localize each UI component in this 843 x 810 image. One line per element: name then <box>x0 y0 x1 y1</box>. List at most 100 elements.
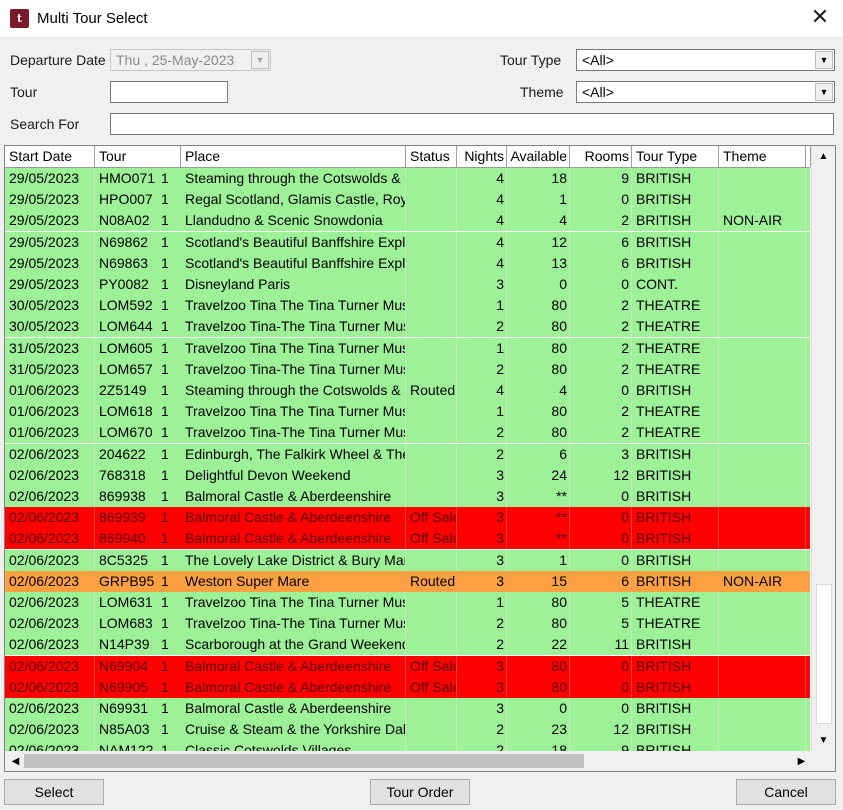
scroll-up-icon[interactable]: ▲ <box>815 148 832 165</box>
theme-select[interactable]: <All> ▼ <box>576 81 835 103</box>
chevron-down-icon[interactable]: ▼ <box>815 51 833 69</box>
scroll-down-icon[interactable]: ▼ <box>815 732 832 749</box>
table-row[interactable]: 02/06/2023 N69931 1 Balmoral Castle & Aberd… <box>5 698 810 719</box>
table-row[interactable]: 30/05/2023 LOM592 1 Travelzoo Tina The Tina… <box>5 295 810 317</box>
cell-theme <box>719 486 806 507</box>
table-row[interactable]: 30/05/2023 LOM644 1 Travelzoo Tina-The Tina… <box>5 316 810 338</box>
cell-status <box>406 613 457 635</box>
cell-rooms: 0 <box>570 698 632 719</box>
table-row[interactable]: 02/06/2023 NAM122 1 Classic Cotswolds Villa… <box>5 740 810 751</box>
cell-theme <box>719 507 806 529</box>
chevron-down-icon[interactable]: ▼ <box>815 83 833 101</box>
cell-tour-seq: 1 <box>161 297 169 314</box>
search-input[interactable] <box>110 113 834 135</box>
table-row[interactable]: 02/06/2023 204622 1 Edinburgh, The Falkirk … <box>5 443 810 465</box>
cell-tour-seq: 1 <box>161 509 169 526</box>
table-row[interactable]: 02/06/2023 GRPB95 1 Weston Super Mare Routed… <box>5 570 810 592</box>
cell-start-date: 31/05/2023 <box>5 358 95 380</box>
table-row[interactable]: 02/06/2023 869940 1 Balmoral Castle & Aberd… <box>5 528 810 550</box>
column-header-start-date[interactable]: Start Date <box>5 146 95 167</box>
scroll-right-icon[interactable]: ▶ <box>793 753 810 770</box>
cell-status <box>406 443 457 465</box>
cell-tour-type: BRITISH <box>632 443 719 465</box>
cell-place: Scarborough at the Grand Weekend <box>181 634 406 656</box>
cell-truncated: S <box>806 232 810 253</box>
column-header-available[interactable]: Available <box>507 146 570 167</box>
column-header-theme[interactable]: Theme <box>719 146 806 167</box>
tour-input[interactable] <box>110 81 228 103</box>
cell-start-date: 02/06/2023 <box>5 719 95 741</box>
cell-theme <box>719 443 806 465</box>
cell-tour-seq: 1 <box>161 191 169 208</box>
tour-order-button[interactable]: Tour Order <box>370 779 470 805</box>
cell-truncated <box>806 295 810 316</box>
table-row[interactable]: 01/06/2023 LOM670 1 Travelzoo Tina-The Tina… <box>5 422 810 444</box>
table-row[interactable]: 02/06/2023 8C5325 1 The Lovely Lake Distric… <box>5 549 810 571</box>
vertical-scroll-thumb[interactable] <box>816 584 832 724</box>
cell-rooms: 2 <box>570 295 632 317</box>
table-row[interactable]: 02/06/2023 N14P39 1 Scarborough at the Gran… <box>5 634 810 656</box>
cell-tour-seq: 1 <box>161 445 169 462</box>
cell-rooms: 5 <box>570 592 632 613</box>
close-icon[interactable]: ✕ <box>797 0 843 38</box>
cell-truncated: D <box>806 465 810 486</box>
departure-date-label: Departure Date <box>10 52 106 68</box>
cell-rooms: 12 <box>570 464 632 486</box>
select-button[interactable]: Select <box>4 779 104 805</box>
table-row[interactable]: 29/05/2023 N69862 1 Scotland's Beautiful Ba… <box>5 231 810 253</box>
tour-grid[interactable]: Start Date Tour Place Status Nights Avai… <box>4 145 836 772</box>
cell-place: Travelzoo Tina The Tina Turner Mus <box>181 295 406 317</box>
cell-status <box>406 592 457 613</box>
table-row[interactable]: 29/05/2023 N08A02 1 Llandudno & Scenic Snow… <box>5 210 810 232</box>
chevron-down-icon[interactable]: ▼ <box>251 51 269 69</box>
cell-available: 1 <box>507 189 570 211</box>
horizontal-scrollbar[interactable]: ◀ ▶ <box>5 751 835 771</box>
table-row[interactable]: 29/05/2023 PY0082 1 Disneyland Paris 3 0 0 CONT… <box>5 274 810 295</box>
column-header-status[interactable]: Status <box>406 146 457 167</box>
table-row[interactable]: 01/06/2023 2Z5149 1 Steaming through the Co… <box>5 380 810 401</box>
table-row[interactable]: 02/06/2023 N69904 1 Balmoral Castle & Aberd… <box>5 655 810 677</box>
departure-date-picker[interactable]: Thu , 25-May-2023 ▼ <box>110 49 271 71</box>
vertical-scrollbar[interactable]: ▲ ▼ <box>811 146 835 751</box>
table-row[interactable]: 02/06/2023 LOM683 1 Travelzoo Tina-The Tina… <box>5 613 810 635</box>
cell-status <box>406 210 457 232</box>
cell-theme <box>719 592 806 613</box>
cell-nights: 1 <box>457 295 507 317</box>
table-row[interactable]: 02/06/2023 869938 1 Balmoral Castle & Aberd… <box>5 486 810 507</box>
cell-tour-seq: 1 <box>161 233 169 250</box>
column-header-place[interactable]: Place <box>181 146 406 167</box>
cell-available: 1 <box>507 549 570 571</box>
column-header-nights[interactable]: Nights <box>457 146 507 167</box>
cell-nights: 2 <box>457 719 507 741</box>
horizontal-scroll-thumb[interactable] <box>24 754 584 768</box>
cell-status <box>406 295 457 317</box>
cell-truncated: V <box>806 210 810 231</box>
table-row[interactable]: 29/05/2023 HPO007 1 Regal Scotland, Glamis … <box>5 189 810 211</box>
tour-type-select[interactable]: <All> ▼ <box>576 49 835 71</box>
cancel-button[interactable]: Cancel <box>736 779 836 805</box>
table-row[interactable]: 31/05/2023 LOM657 1 Travelzoo Tina-The Tina… <box>5 358 810 380</box>
cell-status <box>406 698 457 719</box>
table-row[interactable]: 02/06/2023 869939 1 Balmoral Castle & Aberd… <box>5 507 810 529</box>
tour-type-label: Tour Type <box>500 52 562 68</box>
scroll-left-icon[interactable]: ◀ <box>7 753 24 770</box>
table-row[interactable]: 02/06/2023 N69905 1 Balmoral Castle & Aberd… <box>5 676 810 698</box>
cell-tour-code: 768318 <box>99 466 146 483</box>
table-row[interactable]: 31/05/2023 LOM605 1 Travelzoo Tina The Tina… <box>5 337 810 359</box>
table-row[interactable]: 02/06/2023 LOM631 1 Travelzoo Tina The Tina… <box>5 592 810 613</box>
column-header-tour-type[interactable]: Tour Type <box>632 146 719 167</box>
table-row[interactable]: 29/05/2023 N69863 1 Scotland's Beautiful Ba… <box>5 252 810 274</box>
table-row[interactable]: 02/06/2023 N85A03 1 Cruise & Steam & the Yo… <box>5 719 810 741</box>
cell-start-date: 02/06/2023 <box>5 634 95 656</box>
cell-theme <box>719 358 806 380</box>
column-header-rooms[interactable]: Rooms <box>570 146 632 167</box>
cell-tour-type: BRITISH <box>632 528 719 550</box>
cell-status <box>406 464 457 486</box>
table-row[interactable]: 29/05/2023 HMO071 1 Steaming through the Co… <box>5 168 810 189</box>
cell-theme <box>719 189 806 211</box>
table-row[interactable]: 02/06/2023 768318 1 Delightful Devon Weeken… <box>5 464 810 486</box>
cell-status <box>406 549 457 571</box>
table-row[interactable]: 01/06/2023 LOM618 1 Travelzoo Tina The Tina… <box>5 401 810 423</box>
column-header-tour[interactable]: Tour <box>95 146 181 167</box>
cell-rooms: 11 <box>570 634 632 656</box>
